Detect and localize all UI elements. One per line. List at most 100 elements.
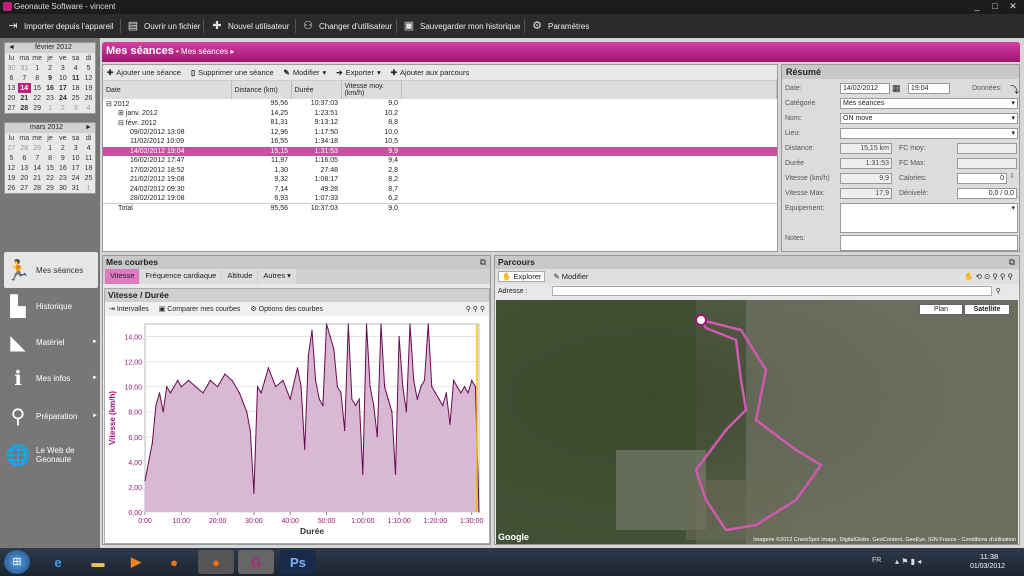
calendar-day[interactable]: 1	[82, 183, 95, 193]
calendar-day[interactable]: 18	[82, 163, 95, 173]
modifier-button[interactable]: ✎ Modifier	[553, 272, 588, 281]
add-seance-button[interactable]: ✚ Ajouter une séance	[107, 68, 181, 77]
photoshop-icon[interactable]: Ps	[280, 550, 316, 574]
categorie-select[interactable]: Mes séances ▾	[840, 98, 1018, 109]
media-player-icon[interactable]: ▶	[118, 550, 154, 574]
calendar-next-button[interactable]: ►	[85, 123, 92, 133]
date-field[interactable]: 14/02/2012	[840, 83, 890, 94]
calendar-day[interactable]: 16	[44, 83, 57, 93]
calendar-day[interactable]: 1	[44, 143, 57, 153]
calendar-day[interactable]: 20	[5, 93, 18, 103]
calendar-day[interactable]: 29	[44, 183, 57, 193]
change-user-button[interactable]: ⚇ Changer d'utilisateur	[301, 17, 392, 35]
table-row[interactable]: 14/02/2012 19:04 15,15 1:31:53 9,9	[103, 146, 777, 156]
clock-time[interactable]: 11:38	[980, 552, 998, 561]
calendar-day[interactable]: 29	[31, 103, 44, 113]
maximize-button[interactable]: □	[986, 0, 1004, 13]
save-history-button[interactable]: ▣ Sauvegarder mon historique	[402, 17, 521, 35]
table-row[interactable]: ⊞ janv. 2012 14,25 1:23:51 10,2	[103, 109, 777, 119]
table-row[interactable]: 11/02/2012 10:09 16,55 1:34:18 10,5	[103, 137, 777, 147]
comparer-button[interactable]: ▣ Comparer mes courbes	[159, 305, 241, 313]
calendar-day[interactable]: 16	[56, 163, 69, 173]
calories-field[interactable]: 0	[957, 173, 1007, 184]
calendar-day[interactable]: 23	[56, 173, 69, 183]
export-button[interactable]: ➔ Exporter ▾	[336, 68, 380, 77]
calendar-day[interactable]: 7	[31, 153, 44, 163]
tab-vitesse[interactable]: Vitesse	[105, 269, 140, 284]
calendar-day[interactable]: 31	[69, 183, 82, 193]
delete-seance-button[interactable]: ▯ Supprimer une séance	[191, 68, 274, 77]
calendar-day[interactable]: 6	[5, 73, 18, 83]
calendar-day[interactable]: 2	[56, 143, 69, 153]
table-row[interactable]: ⊟ 2012 95,56 10:37:03 9,0	[103, 99, 777, 109]
calendar-day[interactable]: 5	[82, 63, 95, 73]
calendar-day[interactable]: 30	[5, 63, 18, 73]
time-field[interactable]: 19:04	[908, 83, 950, 94]
calendar-day[interactable]: 10	[56, 73, 69, 83]
calendar-day[interactable]: 9	[56, 153, 69, 163]
new-user-button[interactable]: ✚ Nouvel utilisateur	[210, 17, 289, 35]
calendar-day[interactable]: 26	[5, 183, 18, 193]
tab-frequence-cardiaque[interactable]: Fréquence cardiaque	[140, 269, 222, 284]
expand-icon[interactable]: ⧉	[480, 256, 486, 269]
tab-autres[interactable]: Autres ▾	[258, 269, 296, 284]
calendar-day[interactable]: 11	[82, 153, 95, 163]
calendar-day[interactable]: 1	[44, 103, 57, 113]
calendar-day[interactable]: 4	[82, 103, 95, 113]
calendar-day[interactable]: 28	[31, 183, 44, 193]
calendar-day[interactable]: 11	[69, 73, 82, 83]
calendar-day[interactable]: 19	[82, 83, 95, 93]
calendar-day[interactable]: 17	[56, 83, 69, 93]
calendar-day[interactable]: 21	[31, 173, 44, 183]
calendar-day[interactable]: 7	[18, 73, 31, 83]
settings-button[interactable]: ⚙ Paramètres	[530, 17, 589, 35]
calendar-day[interactable]: 1	[31, 63, 44, 73]
column-header-duree[interactable]: Durée	[291, 81, 342, 99]
calendar-day[interactable]: 4	[69, 63, 82, 73]
column-header-vitesse[interactable]: Vitesse moy. (km/h)	[341, 81, 402, 99]
firefox-window-icon[interactable]: ●	[198, 550, 234, 574]
calendar-day[interactable]: 14	[17, 83, 31, 93]
calendar-day[interactable]: 5	[5, 153, 18, 163]
close-button[interactable]: ✕	[1004, 0, 1022, 13]
calendar-day[interactable]: 14	[31, 163, 44, 173]
minimize-button[interactable]: _	[968, 0, 986, 13]
open-file-button[interactable]: ▤ Ouvrir un fichier	[126, 17, 201, 35]
adresse-input[interactable]	[551, 286, 992, 296]
import-button[interactable]: ⇥ Importer depuis l'appareil	[6, 17, 113, 35]
calendar-day[interactable]: 22	[44, 173, 57, 183]
calendar-day[interactable]: 30	[56, 183, 69, 193]
calendar-day[interactable]: 21	[18, 93, 31, 103]
satellite-button[interactable]: Satellite	[964, 304, 1010, 315]
calendar-day[interactable]: 27	[5, 103, 18, 113]
table-row[interactable]: 09/02/2012 13:08 12,96 1:17:50 10,0	[103, 128, 777, 138]
table-row[interactable]: 16/02/2012 17:47 11,97 1:16:05 9,4	[103, 156, 777, 166]
breadcrumb[interactable]: • Mes séances ▸	[176, 47, 234, 56]
nav-web-geonaute[interactable]: 🌐 Le Web de Geonaute	[4, 436, 98, 474]
calendar-day[interactable]: 25	[82, 173, 95, 183]
stepper-icon[interactable]: ⇕	[1009, 172, 1015, 180]
table-row[interactable]: 24/02/2012 09:30 7,14 49:28 8,7	[103, 185, 777, 195]
column-header-distance[interactable]: Distance (km)	[231, 81, 292, 99]
column-header-date[interactable]: Date	[103, 81, 232, 99]
calendar-day[interactable]: 4	[82, 143, 95, 153]
calendar-day[interactable]: 20	[18, 173, 31, 183]
calendar-march[interactable]: mars 2012 ► lu ma me je ve sa di 27 28 29 1 2 3 4 5 6 7 8 9…	[4, 122, 96, 194]
calendar-day[interactable]: 3	[56, 63, 69, 73]
edit-button[interactable]: ✎ Modifier ▾	[284, 68, 327, 77]
intervalles-button[interactable]: ⇥ Intervalles	[109, 305, 149, 313]
table-row[interactable]: 17/02/2012 18:52 1,30 27:48 2,8	[103, 166, 777, 176]
nav-mes-seances[interactable]: 🏃 Mes séances	[4, 252, 98, 288]
table-row[interactable]: Total 95,56 10:37:03 9,0	[103, 203, 777, 214]
zoom-icon[interactable]: ⚲ ⚲ ⚲	[466, 305, 485, 313]
calendar-day[interactable]: 12	[5, 163, 18, 173]
nav-mes-infos[interactable]: ℹ Mes infos ►	[4, 360, 98, 396]
table-row[interactable]: ⊟ févr. 2012 81,31 9:13:12 8,8	[103, 118, 777, 128]
internet-explorer-icon[interactable]: e	[40, 550, 76, 574]
calendar-day[interactable]: 15	[31, 83, 44, 93]
expand-icon[interactable]: ⧉	[1009, 256, 1015, 269]
calendar-day[interactable]: 28	[18, 143, 31, 153]
firefox-icon[interactable]: ●	[156, 550, 192, 574]
calendar-day[interactable]: 13	[5, 83, 18, 93]
calendar-grid[interactable]: lu ma me je ve sa di 30 31 1 2 3 4 5 6 7 8 9 10 11 12 13 14 15 1…	[5, 53, 95, 113]
